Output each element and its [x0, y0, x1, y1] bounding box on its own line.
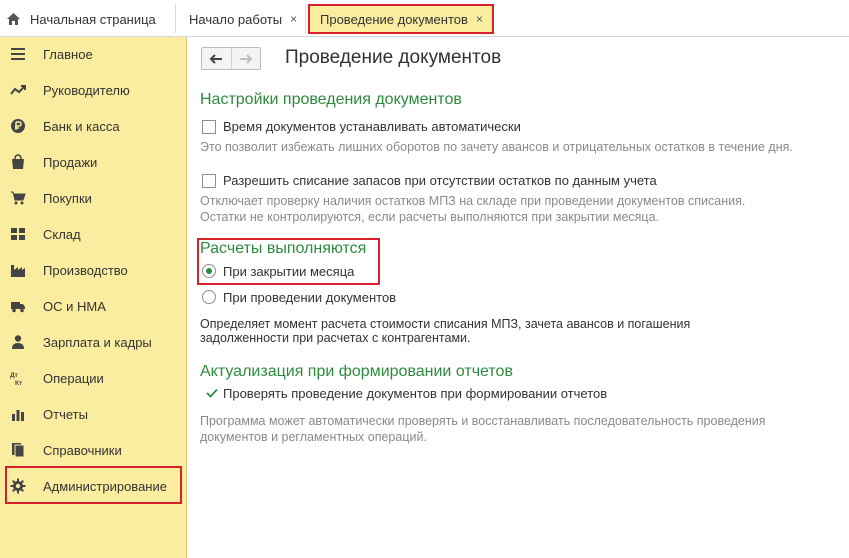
svg-text:Кт: Кт	[15, 380, 22, 386]
section-calculations-title: Расчеты выполняются	[200, 240, 367, 257]
sidebar-item-label: Зарплата и кадры	[43, 335, 152, 350]
sidebar-item-warehouse[interactable]: Склад	[0, 219, 187, 249]
sidebar-item-label: Покупки	[43, 191, 92, 206]
trend-icon	[10, 85, 26, 95]
sidebar-item-sales[interactable]: Продажи	[0, 147, 187, 177]
close-icon[interactable]: ×	[476, 12, 483, 26]
calculations-note-line1: Определяет момент расчета стоимости спис…	[200, 317, 691, 331]
sidebar-item-main[interactable]: Главное	[0, 39, 187, 69]
sidebar-item-administration[interactable]: Администрирование	[5, 466, 182, 504]
sidebar-item-label: Администрирование	[43, 479, 167, 494]
tab-active-label: Проведение документов	[320, 11, 468, 27]
reports-hint-line1: Программа может автоматически проверять …	[200, 414, 766, 428]
sidebar-item-label: ОС и НМА	[43, 299, 106, 314]
sidebar-item-bank[interactable]: Банк и касса	[0, 111, 187, 141]
radio-month-close-label: При закрытии месяца	[223, 264, 355, 279]
close-icon[interactable]: ×	[290, 12, 297, 26]
factory-icon	[11, 265, 25, 277]
books-icon	[12, 443, 25, 458]
tab-active-document-posting[interactable]: Проведение документов ×	[308, 4, 494, 34]
main-panel: Проведение документов Настройки проведен…	[188, 37, 849, 558]
gear-icon	[10, 478, 26, 494]
auto-time-checkbox[interactable]	[202, 120, 216, 134]
tab-bar: Начальная страница Начало работы × Прове…	[0, 0, 849, 37]
sidebar-item-reports[interactable]: Отчеты	[0, 399, 187, 429]
sidebar-item-label: Руководителю	[43, 83, 130, 98]
sidebar: Главное Руководителю Банк и касса Продаж…	[0, 37, 187, 558]
calculations-note-line2: задолженности при расчетах с контрагента…	[200, 331, 471, 345]
allow-writeoff-label: Разрешить списание запасов при отсутстви…	[223, 173, 657, 188]
sidebar-item-fixed-assets[interactable]: ОС и НМА	[0, 291, 187, 321]
tab-start[interactable]: Начало работы ×	[180, 5, 306, 33]
back-button[interactable]	[202, 48, 231, 69]
tab-home-label: Начальная страница	[30, 11, 156, 27]
tab-start-label: Начало работы	[189, 11, 283, 27]
sidebar-item-label: Склад	[43, 227, 81, 242]
person-icon	[12, 335, 24, 349]
home-icon	[7, 13, 20, 25]
shopping-bag-icon	[12, 154, 24, 169]
allow-writeoff-hint-line2: Остатки не контролируются, если расчеты …	[200, 210, 660, 224]
ruble-coin-icon	[11, 119, 25, 133]
checkmark-icon[interactable]	[206, 388, 218, 398]
radio-on-posting-label: При проведении документов	[223, 290, 397, 305]
allow-writeoff-hint-line1: Отключает проверку наличия остатков МПЗ …	[200, 194, 746, 208]
sidebar-item-purchases[interactable]: Покупки	[0, 183, 187, 213]
sidebar-item-directories[interactable]: Справочники	[0, 435, 187, 465]
allow-writeoff-checkbox[interactable]	[202, 174, 216, 188]
svg-text:Дт: Дт	[10, 372, 18, 379]
reports-hint-line2: документов и регламентных операций.	[200, 430, 427, 444]
bar-chart-icon	[12, 410, 24, 421]
check-posting-label: Проверять проведение документов при форм…	[223, 386, 608, 401]
truck-icon	[11, 302, 25, 313]
section-reports-actualization-title: Актуализация при формировании отчетов	[200, 363, 513, 380]
sidebar-item-operations[interactable]: Дт Кт Операции	[0, 363, 187, 393]
dt-kt-icon: Дт Кт	[10, 372, 22, 386]
auto-time-hint: Это позволит избежать лишних оборотов по…	[200, 140, 793, 154]
sidebar-item-label: Продажи	[43, 155, 98, 170]
sidebar-item-label: Банк и касса	[43, 119, 120, 134]
sidebar-item-label: Производство	[43, 263, 128, 278]
arrow-left-icon	[210, 53, 223, 64]
section-posting-settings-title: Настройки проведения документов	[200, 91, 462, 108]
page-title: Проведение документов	[285, 47, 502, 68]
warehouse-grid-icon	[11, 228, 25, 240]
auto-time-label: Время документов устанавливать автоматич…	[223, 119, 521, 134]
cart-icon	[11, 191, 26, 205]
sidebar-item-production[interactable]: Производство	[0, 255, 187, 285]
sidebar-item-label: Отчеты	[43, 407, 88, 422]
sidebar-item-manager[interactable]: Руководителю	[0, 75, 187, 105]
arrow-right-icon	[239, 53, 253, 64]
menu-lines-icon	[11, 48, 25, 60]
sidebar-item-label: Главное	[43, 47, 93, 62]
forward-button[interactable]	[230, 48, 260, 69]
tab-home[interactable]: Начальная страница	[0, 5, 176, 33]
radio-month-close[interactable]	[202, 264, 216, 278]
sidebar-item-label: Справочники	[43, 443, 122, 458]
sidebar-item-salary[interactable]: Зарплата и кадры	[0, 327, 187, 357]
nav-buttons	[201, 47, 261, 70]
sidebar-item-label: Операции	[43, 371, 104, 386]
radio-on-posting[interactable]	[202, 290, 216, 304]
